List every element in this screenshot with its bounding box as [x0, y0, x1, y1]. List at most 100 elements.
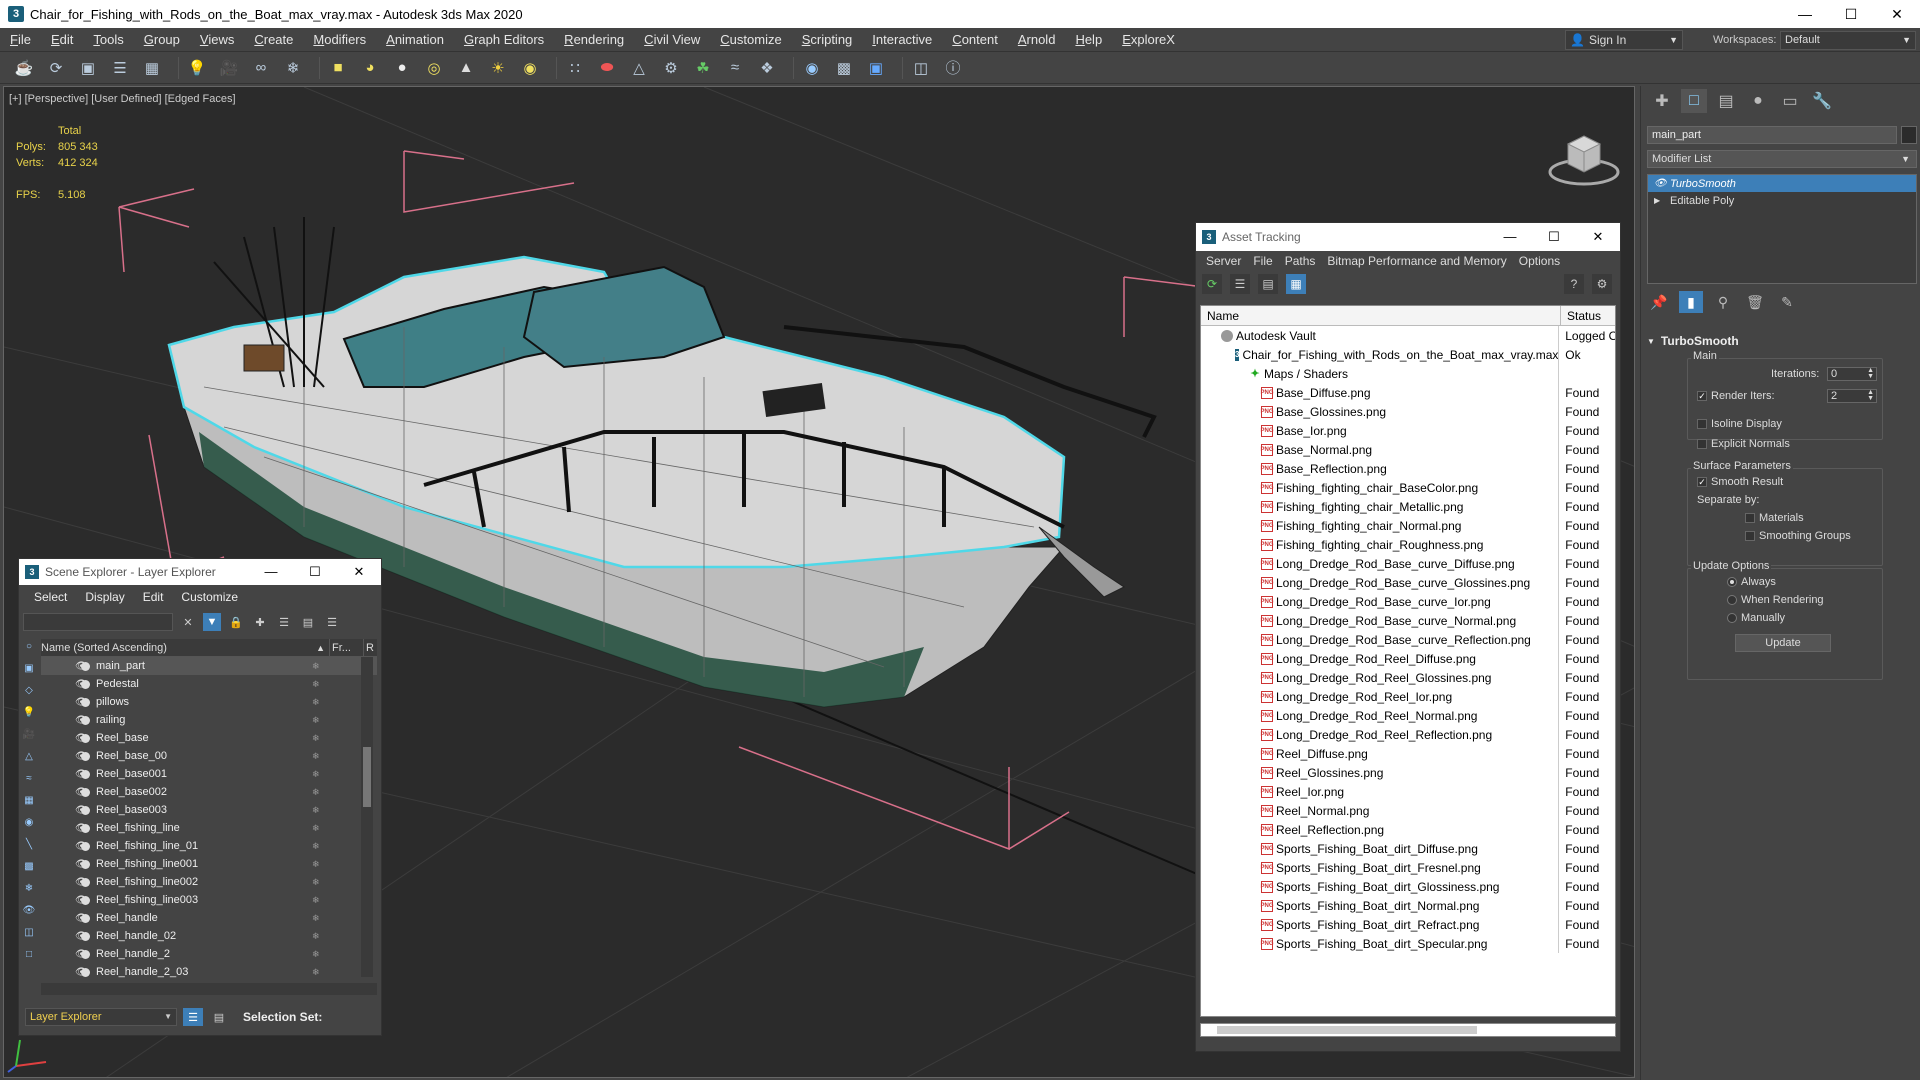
sphere-icon[interactable]: ● [390, 56, 414, 80]
asset-row[interactable]: ✦ Maps / Shaders [1201, 364, 1615, 383]
modify-tab-icon[interactable]: □ [1681, 89, 1707, 113]
viewcube-icon[interactable] [1544, 122, 1624, 192]
col-name-header[interactable]: Name (Sorted Ascending) ▲ [41, 639, 329, 656]
close-button[interactable]: ✕ [337, 564, 381, 580]
isoline-row[interactable]: Isoline Display [1697, 418, 1782, 430]
close-button[interactable]: ✕ [1874, 0, 1920, 28]
expand-arrow-icon[interactable]: ▶ [1654, 196, 1670, 205]
freeze-icon[interactable]: ❄ [312, 913, 326, 924]
always-row[interactable]: Always [1727, 576, 1776, 588]
spinner-arrows-icon[interactable]: ▲ ▼ [1867, 367, 1874, 380]
cameras-icon[interactable]: 🎥 [20, 725, 38, 743]
asset-row[interactable]: PNG Sports_Fishing_Boat_dirt_Diffuse.png F… [1201, 839, 1615, 858]
smoothing-groups-row[interactable]: Smoothing Groups [1745, 530, 1851, 542]
viewport-label[interactable]: [+] [Perspective] [User Defined] [Edged … [9, 93, 236, 105]
object-dot-icon[interactable] [81, 913, 90, 923]
gear-icon[interactable]: ⚙ [659, 56, 683, 80]
object-dot-icon[interactable] [81, 715, 90, 725]
utilities-tab-icon[interactable]: 🔧 [1809, 89, 1835, 113]
eye-icon[interactable]: 👁 [41, 859, 88, 870]
hierarchy-icon[interactable]: ▤ [299, 613, 317, 631]
freeze-icon[interactable]: ❄ [312, 931, 326, 942]
freeze-icon[interactable]: ❄ [312, 661, 326, 672]
scene-object-row[interactable]: 👁 Reel_fishing_line001 ❄ [41, 855, 377, 873]
box-icon[interactable]: ■ [326, 56, 350, 80]
add-layer-icon[interactable]: ✚ [251, 613, 269, 631]
configure-sets-icon[interactable]: ✎ [1775, 291, 1799, 313]
particles-icon[interactable]: ❄ [20, 879, 38, 897]
asset-row[interactable]: PNG Fishing_fighting_chair_Normal.png Foun… [1201, 516, 1615, 535]
freeze-icon[interactable]: ❄ [312, 715, 326, 726]
freeze-icon[interactable]: ❄ [312, 877, 326, 888]
menu-edit[interactable]: Edit [41, 28, 83, 52]
maximize-button[interactable]: ☐ [1828, 0, 1874, 28]
asset-row[interactable]: 3 Chair_for_Fishing_with_Rods_on_the_Boat… [1201, 345, 1615, 364]
object-dot-icon[interactable] [81, 967, 90, 977]
object-dot-icon[interactable] [81, 751, 90, 761]
asset-row[interactable]: PNG Long_Dredge_Rod_Reel_Glossines.png Fou… [1201, 668, 1615, 687]
scene-object-row[interactable]: 👁 railing ❄ [41, 711, 377, 729]
create-tab-icon[interactable]: ✚ [1649, 89, 1675, 113]
explorer-type-dropdown[interactable]: Layer Explorer ▼ [25, 1008, 177, 1026]
object-dot-icon[interactable] [81, 949, 90, 959]
menu-graph-editors[interactable]: Graph Editors [454, 28, 554, 52]
light-bulb-icon[interactable]: 💡 [185, 56, 209, 80]
find-input[interactable] [23, 613, 173, 631]
scene-object-row[interactable]: 👁 Reel_fishing_line002 ❄ [41, 873, 377, 891]
menu-interactive[interactable]: Interactive [862, 28, 942, 52]
eye-icon[interactable]: 👁 [41, 751, 88, 762]
manually-radio[interactable] [1727, 613, 1737, 623]
scene-object-row[interactable]: 👁 Reel_fishing_line003 ❄ [41, 891, 377, 909]
asset-row[interactable]: PNG Long_Dredge_Rod_Reel_Reflection.png Fo… [1201, 725, 1615, 744]
scene-object-row[interactable]: 👁 Reel_base ❄ [41, 729, 377, 747]
col-render-header[interactable]: R [363, 639, 374, 656]
grid-icon[interactable]: ▦ [140, 56, 164, 80]
motion-tab-icon[interactable]: ● [1745, 89, 1771, 113]
vertical-scrollbar[interactable] [361, 657, 373, 977]
render-frame-icon[interactable]: ▣ [76, 56, 100, 80]
isoline-checkbox[interactable] [1697, 419, 1707, 429]
object-name-field[interactable]: main_part [1647, 126, 1897, 144]
show-end-result-icon[interactable]: ▮ [1679, 291, 1703, 313]
scene-explorer-titlebar[interactable]: 3 Scene Explorer - Layer Explorer — ☐ ✕ [19, 559, 381, 585]
eye-icon[interactable]: 👁 [41, 733, 88, 744]
asset-row[interactable]: PNG Long_Dredge_Rod_Base_curve_Normal.png… [1201, 611, 1615, 630]
containers-icon[interactable]: ▩ [20, 857, 38, 875]
col-status-header[interactable]: Status [1561, 306, 1601, 325]
modifier-stack-item[interactable]: 👁 TurboSmooth [1648, 175, 1916, 192]
material-sphere-icon[interactable]: ◉ [800, 56, 824, 80]
display-options-icon[interactable]: ◫ [20, 923, 38, 941]
display-tab-icon[interactable]: ▭ [1777, 89, 1803, 113]
object-dot-icon[interactable] [81, 661, 90, 671]
visibility-icon[interactable]: 👁 [20, 901, 38, 919]
scene-object-row[interactable]: 👁 Pedestal ❄ [41, 675, 377, 693]
filter-icon[interactable]: ▼ [203, 613, 221, 631]
select-none-icon[interactable]: □ [20, 945, 38, 963]
scatter-icon[interactable]: ∷ [563, 56, 587, 80]
menu-select[interactable]: Select [25, 590, 76, 604]
asset-tracking-titlebar[interactable]: 3 Asset Tracking — ☐ ✕ [1196, 223, 1620, 251]
menu-server[interactable]: Server [1200, 254, 1247, 268]
col-name-header[interactable]: Name [1201, 306, 1561, 325]
eye-icon[interactable]: 👁 [1654, 178, 1670, 189]
freeze-icon[interactable]: ❄ [312, 967, 326, 978]
display-all-icon[interactable]: ○ [20, 637, 38, 655]
eye-icon[interactable]: 👁 [41, 877, 88, 888]
iterations-spinner[interactable]: 0 ▲ ▼ [1827, 367, 1877, 381]
menu-rendering[interactable]: Rendering [554, 28, 634, 52]
groups-icon[interactable]: ▦ [20, 791, 38, 809]
render-iters-spinner[interactable]: 2 ▲ ▼ [1827, 389, 1877, 403]
eye-icon[interactable]: 👁 [41, 949, 88, 960]
hierarchy-mode-icon[interactable]: ▤ [209, 1008, 229, 1026]
asset-row[interactable]: PNG Long_Dredge_Rod_Reel_Ior.png Found [1201, 687, 1615, 706]
object-dot-icon[interactable] [81, 931, 90, 941]
rollout-header[interactable]: ▼ TurboSmooth [1647, 332, 1917, 350]
asset-row[interactable]: PNG Reel_Reflection.png Found [1201, 820, 1615, 839]
workspaces-dropdown[interactable]: Default ▼ [1780, 31, 1916, 50]
object-dot-icon[interactable] [81, 787, 90, 797]
freeze-icon[interactable]: ❄ [312, 841, 326, 852]
asset-row[interactable]: PNG Base_Glossines.png Found [1201, 402, 1615, 421]
asset-row[interactable]: PNG Sports_Fishing_Boat_dirt_Refract.png F… [1201, 915, 1615, 934]
menu-file[interactable]: File [1247, 254, 1278, 268]
asset-row[interactable]: PNG Long_Dredge_Rod_Base_curve_Diffuse.pn… [1201, 554, 1615, 573]
